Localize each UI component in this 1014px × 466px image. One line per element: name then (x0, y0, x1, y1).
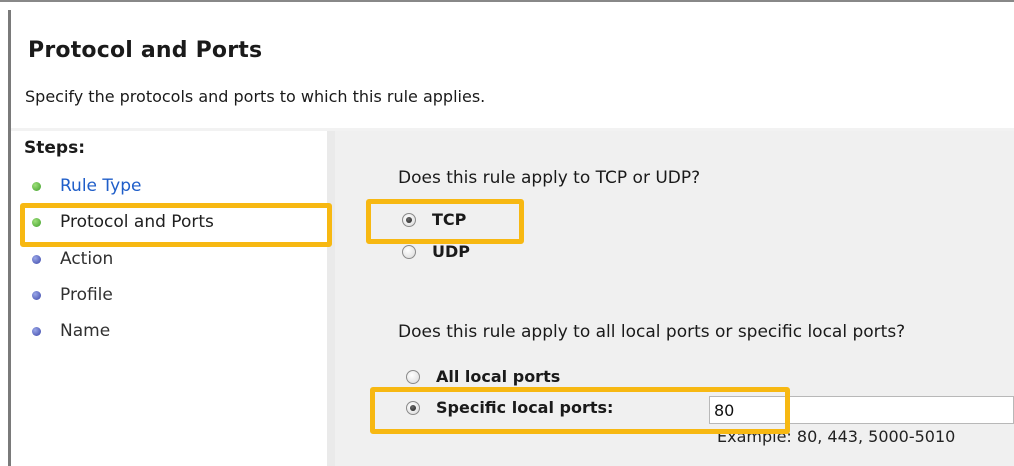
completed-step-dot-icon (32, 181, 41, 191)
page-title: Protocol and Ports (28, 38, 263, 63)
udp-label[interactable]: UDP (432, 242, 470, 261)
pending-step-dot-icon (32, 290, 41, 300)
sidebar-divider (327, 131, 335, 466)
steps-title: Steps: (24, 138, 85, 158)
wizard-header (11, 12, 1014, 130)
radio-unselected-icon[interactable] (402, 244, 416, 259)
sidebar-item-rule-type[interactable]: Rule Type (24, 171, 141, 201)
sidebar-item-label[interactable]: Rule Type (60, 176, 141, 196)
sidebar-item-action: Action (24, 244, 113, 274)
sidebar-item-label: Profile (60, 285, 113, 305)
sidebar-item-label: Name (60, 321, 111, 341)
pending-step-dot-icon (32, 254, 41, 264)
all-local-ports-label[interactable]: All local ports (436, 367, 560, 386)
window-top-border (0, 0, 1014, 12)
protocol-question: Does this rule apply to TCP or UDP? (398, 168, 701, 188)
sidebar-item-profile: Profile (24, 280, 113, 310)
udp-radio-option[interactable]: UDP (402, 242, 470, 261)
sidebar-item-label: Action (60, 249, 114, 269)
all-local-ports-radio-option[interactable]: All local ports (406, 367, 560, 386)
highlight-box-tcp (366, 199, 524, 244)
pending-step-dot-icon (32, 326, 41, 336)
highlight-box-step (20, 203, 332, 247)
radio-unselected-icon[interactable] (406, 369, 420, 384)
page-subtitle: Specify the protocols and ports to which… (25, 87, 486, 106)
sidebar-item-name: Name (24, 316, 110, 346)
ports-question: Does this rule apply to all local ports … (398, 322, 906, 342)
highlight-box-specific-ports (370, 387, 790, 434)
